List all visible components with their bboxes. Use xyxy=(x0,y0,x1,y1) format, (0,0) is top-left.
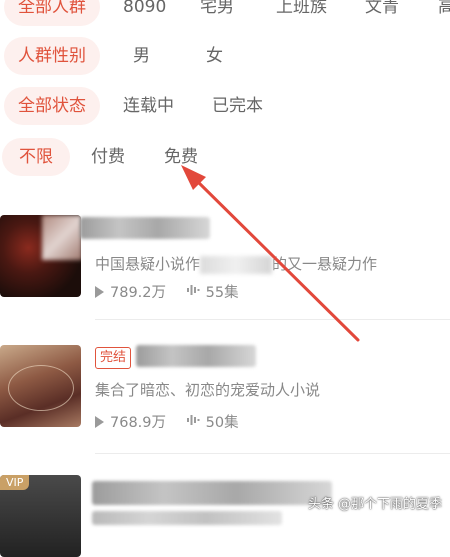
watermark: 头条 @那个下雨的夏季 xyxy=(307,497,442,512)
annotation-arrow xyxy=(181,165,360,342)
